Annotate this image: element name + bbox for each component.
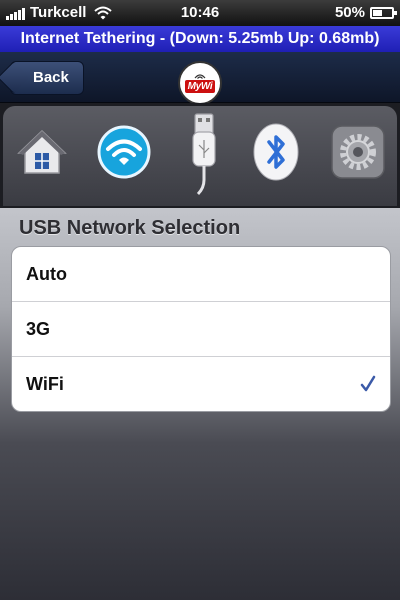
option-label: WiFi	[26, 373, 64, 394]
back-button[interactable]: Back	[10, 61, 84, 95]
network-options-list: Auto 3G WiFi	[11, 246, 391, 412]
wifi-icon	[97, 125, 151, 179]
bluetooth-icon	[253, 123, 299, 181]
tab-home[interactable]	[14, 122, 70, 182]
battery-percent: 50%	[334, 4, 365, 21]
option-wifi[interactable]: WiFi	[12, 357, 390, 411]
status-right: 50%	[334, 4, 397, 21]
tab-usb[interactable]	[176, 110, 232, 200]
content-area: USB Network Selection Auto 3G WiFi	[0, 208, 400, 600]
navigation-bar: Back MyWi	[0, 52, 400, 105]
tab-wifi[interactable]	[96, 122, 152, 182]
usb-icon	[192, 113, 216, 196]
mywi-logo: MyWi	[178, 61, 222, 105]
tab-bar	[0, 103, 400, 208]
back-button-label: Back	[33, 69, 69, 86]
status-bar: Turkcell 10:46 50%	[0, 0, 400, 26]
gear-icon	[331, 125, 385, 179]
tab-bluetooth[interactable]	[248, 122, 304, 182]
section-title: USB Network Selection	[19, 217, 241, 239]
option-auto[interactable]: Auto	[12, 247, 390, 302]
option-label: 3G	[26, 318, 51, 339]
battery-icon	[370, 6, 397, 19]
home-icon	[17, 129, 67, 174]
tethering-banner[interactable]: Internet Tethering - (Down: 5.25mb Up: 0…	[0, 26, 400, 52]
checkmark-icon	[360, 375, 376, 392]
tab-panel	[3, 106, 397, 206]
logo-wave-icon	[194, 74, 206, 79]
option-3g[interactable]: 3G	[12, 302, 390, 357]
battery-fill	[373, 9, 382, 16]
tab-settings[interactable]	[330, 122, 386, 182]
option-label: Auto	[26, 263, 67, 284]
logo-text: MyWi	[184, 80, 216, 93]
